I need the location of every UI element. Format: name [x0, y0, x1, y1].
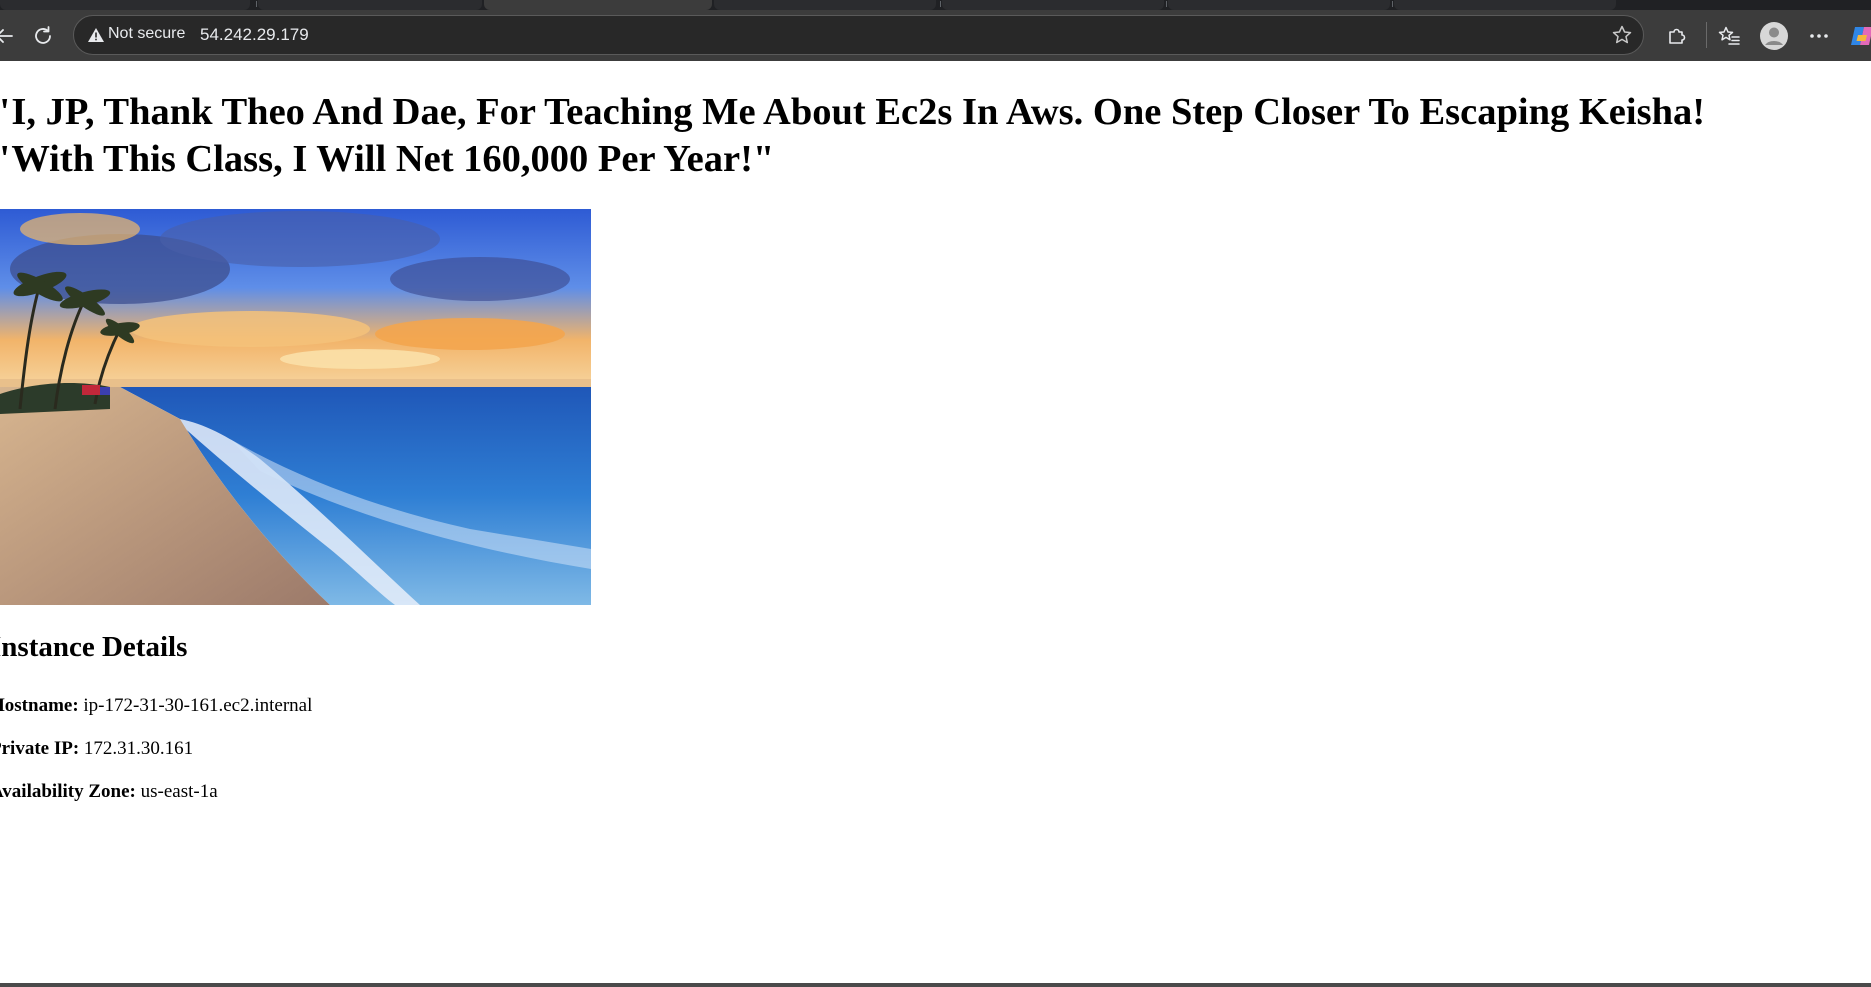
tab-separator [940, 1, 941, 7]
back-arrow-icon [0, 29, 13, 43]
toolbar-divider [1706, 22, 1707, 48]
reload-button[interactable] [27, 20, 59, 52]
copilot-icon [1851, 27, 1871, 45]
headline-line-2: "With This Class, I Will Net 160,000 Per… [0, 138, 775, 180]
window-bottom-edge [0, 983, 1871, 987]
browser-window: Not secure 54.242.29.179 "I, JP, Thank T… [0, 0, 1871, 987]
tab-active[interactable] [484, 0, 712, 10]
availability-zone-row: Availability Zone: us-east-1a [0, 781, 218, 803]
tab[interactable] [0, 0, 250, 10]
tab[interactable] [258, 0, 482, 10]
favorite-star-icon[interactable] [1611, 24, 1633, 46]
private-ip-label: Private IP: [0, 738, 80, 759]
instance-details-heading: Instance Details [0, 631, 188, 663]
availability-zone-label: Availability Zone: [0, 781, 136, 802]
page-body: "I, JP, Thank Theo And Dae, For Teaching… [0, 61, 1871, 802]
extensions-button[interactable] [1661, 20, 1693, 52]
tab-strip [0, 0, 1871, 10]
back-button[interactable] [0, 20, 20, 52]
page-content: "I, JP, Thank Theo And Dae, For Teaching… [0, 61, 1871, 983]
profile-avatar-icon [1760, 22, 1788, 50]
browser-toolbar: Not secure 54.242.29.179 [0, 10, 1871, 61]
warning-icon[interactable] [87, 26, 105, 44]
tab[interactable] [714, 0, 936, 10]
tab-separator [1392, 1, 1393, 7]
puzzle-piece-icon [1669, 28, 1686, 44]
favorites-list-icon [1718, 26, 1740, 45]
beach-sunset-image [0, 209, 591, 605]
ellipsis-icon [1810, 34, 1828, 38]
beach-sunset-illustration [0, 209, 591, 605]
reload-icon [35, 26, 51, 44]
security-status-label[interactable]: Not secure [108, 25, 185, 43]
tab[interactable] [1394, 0, 1616, 10]
tab-separator [256, 1, 257, 7]
profile-button[interactable] [1758, 20, 1790, 52]
hostname-label: Hostname: [0, 695, 79, 716]
tab-separator [1166, 1, 1167, 7]
favorites-button[interactable] [1713, 20, 1745, 52]
hostname-value: ip-172-31-30-161.ec2.internal [83, 695, 313, 716]
url-text[interactable]: 54.242.29.179 [200, 25, 309, 45]
copilot-button[interactable] [1846, 20, 1871, 52]
private-ip-row: Private IP: 172.31.30.161 [0, 738, 193, 760]
hostname-row: Hostname: ip-172-31-30-161.ec2.internal [0, 695, 312, 717]
headline-line-1: "I, JP, Thank Theo And Dae, For Teaching… [0, 91, 1706, 133]
private-ip-value: 172.31.30.161 [83, 738, 194, 759]
more-options-button[interactable] [1803, 20, 1835, 52]
page-headline: "I, JP, Thank Theo And Dae, For Teaching… [0, 89, 1871, 183]
tab[interactable] [942, 0, 1164, 10]
address-bar[interactable]: Not secure 54.242.29.179 [73, 15, 1644, 55]
availability-zone-value: us-east-1a [140, 781, 218, 802]
tab[interactable] [1168, 0, 1390, 10]
